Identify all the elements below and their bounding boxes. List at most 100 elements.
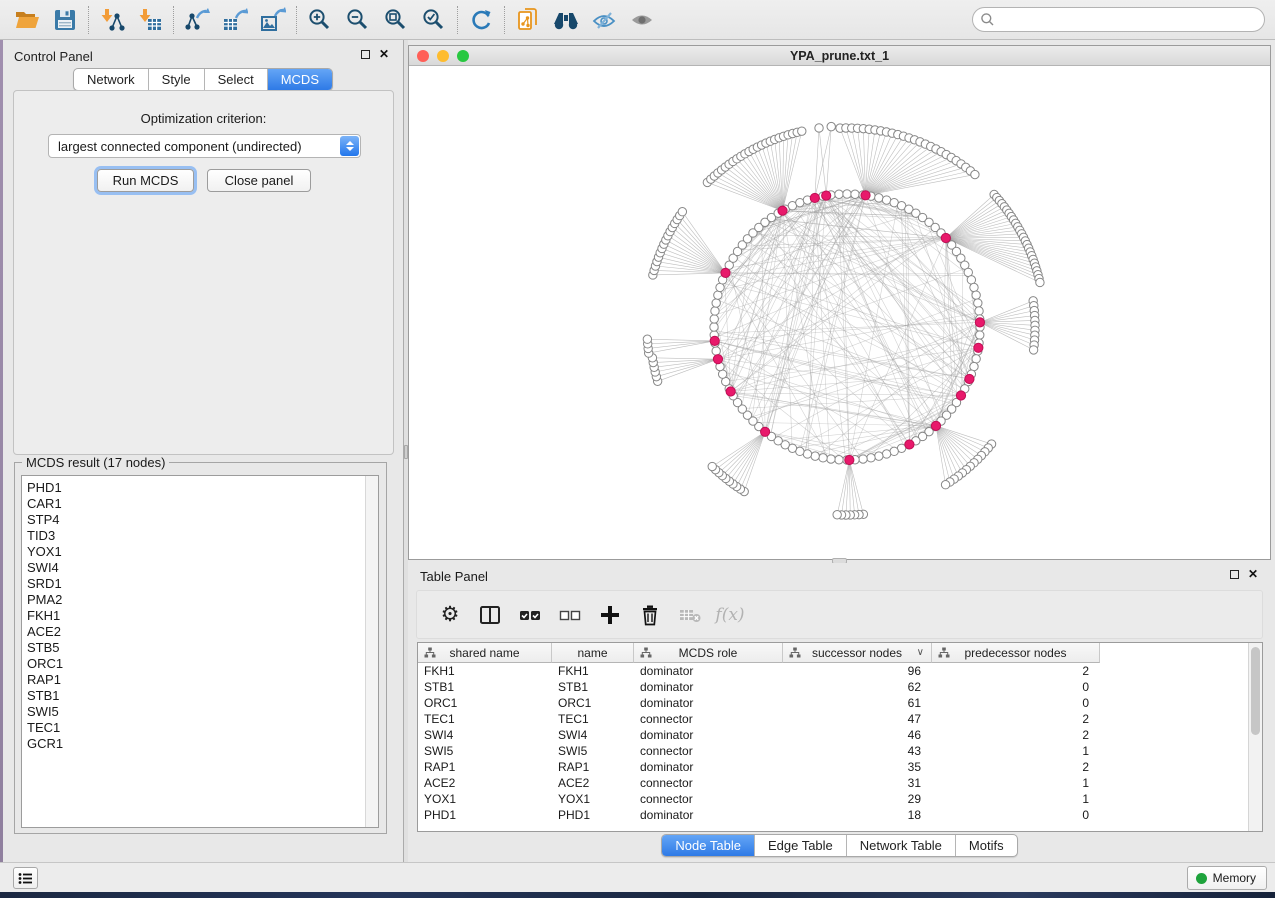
show-columns-icon[interactable] <box>477 602 503 628</box>
node-table[interactable]: shared namenameMCDS rolesuccessor nodes∨… <box>417 642 1263 832</box>
table-panel-tabs: Node TableEdge TableNetwork TableMotifs <box>661 834 1017 857</box>
toolbar-separator <box>457 6 458 34</box>
global-search[interactable] <box>972 7 1265 32</box>
mcds-result-item[interactable]: CAR1 <box>27 496 378 512</box>
tab-mcds[interactable]: MCDS <box>267 69 332 90</box>
mcds-result-item[interactable]: SWI5 <box>27 704 378 720</box>
tab-node-table[interactable]: Node Table <box>662 835 754 856</box>
zoom-fit-icon[interactable] <box>377 3 415 37</box>
table-row[interactable]: RAP1RAP1dominator352 <box>418 759 1248 775</box>
table-scrollbar-thumb[interactable] <box>1251 647 1260 735</box>
save-session-icon[interactable] <box>46 3 84 37</box>
table-row[interactable]: PHD1PHD1dominator180 <box>418 807 1248 823</box>
mcds-result-item[interactable]: YOX1 <box>27 544 378 560</box>
tab-network-table[interactable]: Network Table <box>846 835 955 856</box>
table-row[interactable]: STB1STB1dominator620 <box>418 679 1248 695</box>
mcds-result-item[interactable]: STP4 <box>27 512 378 528</box>
table-row[interactable]: SWI5SWI5connector431 <box>418 743 1248 759</box>
search-input[interactable] <box>995 10 1264 30</box>
cell-predecessor-nodes: 0 <box>932 679 1100 695</box>
column-header-successor-nodes[interactable]: successor nodes∨ <box>783 643 932 663</box>
close-panel-icon[interactable]: ✕ <box>379 49 389 59</box>
mcds-result-item[interactable]: FKH1 <box>27 608 378 624</box>
tab-edge-table[interactable]: Edge Table <box>754 835 846 856</box>
network-canvas[interactable] <box>409 67 1270 559</box>
table-row[interactable]: TEC1TEC1connector472 <box>418 711 1248 727</box>
mcds-result-item[interactable]: SWI4 <box>27 560 378 576</box>
export-image-icon[interactable] <box>254 3 292 37</box>
status-menu-button[interactable] <box>13 867 38 889</box>
run-mcds-button[interactable]: Run MCDS <box>97 169 194 192</box>
tab-select[interactable]: Select <box>204 69 267 90</box>
mcds-result-item[interactable]: TID3 <box>27 528 378 544</box>
cell-MCDS-role: dominator <box>634 807 783 823</box>
add-column-icon[interactable] <box>597 602 623 628</box>
table-body: FKH1FKH1dominator962STB1STB1dominator620… <box>418 663 1248 831</box>
search-network-icon[interactable] <box>547 3 585 37</box>
cell-shared-name: SWI5 <box>418 743 552 759</box>
cell-successor-nodes: 62 <box>783 679 932 695</box>
tab-style[interactable]: Style <box>148 69 204 90</box>
table-row[interactable]: FKH1FKH1dominator962 <box>418 663 1248 679</box>
import-network-icon[interactable] <box>93 3 131 37</box>
network-window: YPA_prune.txt_1 <box>408 45 1271 560</box>
memory-button[interactable]: Memory <box>1187 866 1267 890</box>
criterion-select[interactable]: largest connected component (undirected) <box>48 134 361 158</box>
mcds-result-title: MCDS result (17 nodes) <box>22 455 169 470</box>
zoom-selected-icon[interactable] <box>415 3 453 37</box>
table-row[interactable]: SWI4SWI4dominator462 <box>418 727 1248 743</box>
open-session-icon[interactable] <box>8 3 46 37</box>
mcds-result-group: MCDS result (17 nodes) PHD1CAR1STP4TID3Y… <box>14 462 387 834</box>
tab-network[interactable]: Network <box>74 69 148 90</box>
column-header-predecessor-nodes[interactable]: predecessor nodes <box>932 643 1100 663</box>
mcds-result-item[interactable]: RAP1 <box>27 672 378 688</box>
tab-motifs[interactable]: Motifs <box>955 835 1017 856</box>
column-header-name[interactable]: name <box>552 643 634 663</box>
zoom-out-icon[interactable] <box>339 3 377 37</box>
table-row[interactable]: ORC1ORC1dominator610 <box>418 695 1248 711</box>
float-panel-icon[interactable] <box>361 50 370 59</box>
settings-gear-icon[interactable]: ⚙ <box>437 602 463 628</box>
share-document-icon[interactable] <box>509 3 547 37</box>
hide-selected-icon[interactable] <box>585 3 623 37</box>
mcds-result-item[interactable]: PHD1 <box>27 480 378 496</box>
refresh-icon[interactable] <box>462 3 500 37</box>
table-scrollbar[interactable] <box>1248 643 1262 831</box>
mcds-result-item[interactable]: TEC1 <box>27 720 378 736</box>
mcds-result-item[interactable]: SRD1 <box>27 576 378 592</box>
memory-status-icon <box>1196 873 1207 884</box>
table-row[interactable]: YOX1YOX1connector291 <box>418 791 1248 807</box>
close-panel-button[interactable]: Close panel <box>207 169 311 192</box>
deselect-all-icon[interactable] <box>557 602 583 628</box>
export-table-icon[interactable] <box>216 3 254 37</box>
export-network-icon[interactable] <box>178 3 216 37</box>
cell-name: TEC1 <box>552 711 634 727</box>
mcds-result-item[interactable]: ACE2 <box>27 624 378 640</box>
network-window-titlebar[interactable]: YPA_prune.txt_1 <box>409 46 1270 66</box>
float-table-panel-icon[interactable] <box>1230 570 1239 579</box>
network-graph <box>409 67 1270 559</box>
mcds-result-item[interactable]: STB5 <box>27 640 378 656</box>
mcds-list-scrollbar[interactable] <box>365 476 378 827</box>
delete-column-icon[interactable] <box>637 602 663 628</box>
table-toolbar: ⚙ f(x) <box>416 590 1263 639</box>
close-table-panel-icon[interactable]: ✕ <box>1248 569 1258 579</box>
function-builder-icon[interactable]: f(x) <box>717 602 743 628</box>
mcds-result-item[interactable]: STB1 <box>27 688 378 704</box>
cell-MCDS-role: dominator <box>634 695 783 711</box>
column-header-shared-name[interactable]: shared name <box>418 643 552 663</box>
zoom-in-icon[interactable] <box>301 3 339 37</box>
toolbar-separator <box>504 6 505 34</box>
mcds-result-item[interactable]: GCR1 <box>27 736 378 752</box>
select-all-icon[interactable] <box>517 602 543 628</box>
cell-shared-name: STB1 <box>418 679 552 695</box>
column-header-MCDS-role[interactable]: MCDS role <box>634 643 783 663</box>
mcds-result-item[interactable]: ORC1 <box>27 656 378 672</box>
show-eye-icon[interactable] <box>623 3 661 37</box>
mcds-result-item[interactable]: PMA2 <box>27 592 378 608</box>
mcds-result-list[interactable]: PHD1CAR1STP4TID3YOX1SWI4SRD1PMA2FKH1ACE2… <box>21 475 379 828</box>
import-table-icon[interactable] <box>131 3 169 37</box>
sort-descending-icon[interactable]: ∨ <box>917 647 924 658</box>
table-row[interactable]: ACE2ACE2connector311 <box>418 775 1248 791</box>
delete-table-icon[interactable] <box>677 602 703 628</box>
